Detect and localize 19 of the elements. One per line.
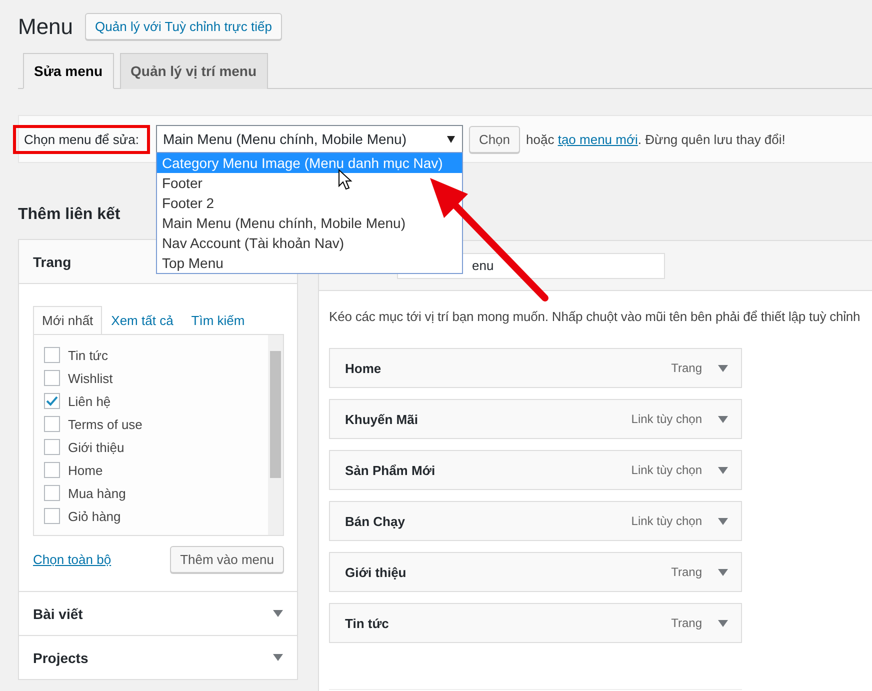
page-title: Menu bbox=[18, 14, 74, 40]
page-label: Wishlist bbox=[68, 370, 113, 386]
page-label: Tin tức bbox=[68, 348, 108, 362]
item-type: Link tùy chọn bbox=[631, 514, 702, 528]
page-label: Liên hệ bbox=[68, 394, 111, 408]
item-type: Trang bbox=[671, 361, 702, 375]
note-text: hoặc tạo menu mới. Đừng quên lưu thay đổi! bbox=[526, 132, 786, 146]
item-type: Trang bbox=[671, 565, 702, 579]
page-label: Mua hàng bbox=[68, 486, 126, 500]
page-label: Terms of use bbox=[68, 416, 142, 432]
item-type: Trang bbox=[671, 616, 702, 630]
page-label: Home bbox=[68, 462, 103, 478]
item-type: Link tùy chọn bbox=[631, 412, 702, 426]
page-label: Giới thiệu bbox=[68, 440, 124, 454]
section-heading: Thêm liên kết bbox=[18, 206, 120, 224]
item-type: Link tùy chọn bbox=[631, 463, 702, 477]
select-label: Chọn menu để sửa: bbox=[13, 124, 150, 154]
page-label: Giỏ hàng bbox=[68, 508, 121, 524]
instructions-text: Kéo các mục tới vị trí bạn mong muốn. Nhấp chuột vào mũi tên bên phải để thiết lập tuỳ chỉnh bbox=[329, 309, 862, 324]
